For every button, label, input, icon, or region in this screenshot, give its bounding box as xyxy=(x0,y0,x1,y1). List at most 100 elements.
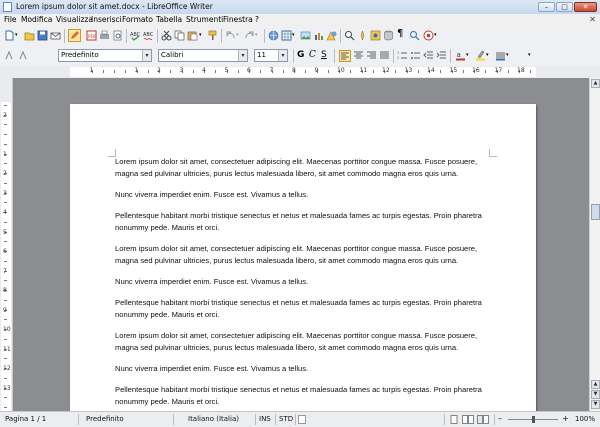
nonprinting-characters-icon[interactable]: ¶ xyxy=(397,28,408,39)
zoom-out-icon[interactable]: – xyxy=(498,414,502,423)
paragraph[interactable]: Nunc viverra imperdiet enim. Fusce est. … xyxy=(115,189,490,201)
document-page[interactable]: Lorem ipsum dolor sit amet, consectetuer… xyxy=(70,104,536,411)
chevron-down-icon[interactable]: ▾ xyxy=(278,50,287,61)
vertical-scrollbar[interactable]: ▲ ▲ ▼ ▼ xyxy=(589,78,600,411)
align-left-icon[interactable] xyxy=(339,50,351,62)
underline-icon[interactable]: S xyxy=(321,50,332,61)
clone-format-icon[interactable] xyxy=(207,30,218,41)
font-size-select[interactable]: 11 ▾ xyxy=(254,49,288,62)
close-document-icon[interactable]: ✕ xyxy=(589,15,596,24)
edit-mode-icon[interactable] xyxy=(68,29,81,42)
font-name-select[interactable]: Calibri ▾ xyxy=(158,49,248,62)
paragraph-style-select[interactable]: Predefinito ▾ xyxy=(58,49,152,62)
menu-tabella[interactable]: Tabella xyxy=(156,15,182,24)
chevron-down-icon[interactable]: ▾ xyxy=(238,50,247,61)
vertical-ruler[interactable]: 2 1 2 3 4 5 6 7 8 9 10 11 12 13 xyxy=(0,78,13,411)
table-dropdown-icon[interactable]: ▾ xyxy=(292,32,298,43)
italic-icon[interactable]: C xyxy=(309,50,320,61)
scroll-up-icon[interactable]: ▲ xyxy=(591,79,600,88)
menu-file[interactable]: File xyxy=(4,15,17,24)
menu-inserisci[interactable]: Inserisci xyxy=(91,15,122,24)
save-icon[interactable] xyxy=(37,30,48,41)
copy-icon[interactable] xyxy=(174,30,185,41)
toolbar-options-icon[interactable]: ▾ xyxy=(528,52,534,63)
autospell-icon[interactable]: ABC xyxy=(143,30,154,41)
paragraph[interactable]: Nunc viverra imperdiet enim. Fusce est. … xyxy=(115,276,490,288)
email-icon[interactable] xyxy=(50,30,61,41)
redo-icon[interactable] xyxy=(244,30,255,41)
font-color-icon[interactable]: a xyxy=(455,50,466,61)
minimize-button[interactable]: – xyxy=(538,2,555,12)
paste-icon[interactable] xyxy=(187,30,198,41)
align-right-icon[interactable] xyxy=(366,50,377,61)
gallery-icon[interactable] xyxy=(370,30,381,41)
paragraph[interactable]: Pellentesque habitant morbi tristique se… xyxy=(115,384,490,408)
find-replace-icon[interactable] xyxy=(344,30,355,41)
highlight-dropdown-icon[interactable]: ▾ xyxy=(486,52,492,63)
page-up-icon[interactable]: ▲ xyxy=(591,380,600,389)
zoom-level[interactable]: 100% xyxy=(575,415,595,423)
document-body[interactable]: Lorem ipsum dolor sit amet, consectetuer… xyxy=(115,156,490,411)
background-color-icon[interactable] xyxy=(495,50,506,61)
background-color-dropdown-icon[interactable]: ▾ xyxy=(506,52,512,63)
cut-icon[interactable] xyxy=(161,30,172,41)
highlight-icon[interactable] xyxy=(475,50,486,61)
justify-icon[interactable] xyxy=(379,50,390,61)
paragraph[interactable]: Lorem ipsum dolor sit amet, consectetuer… xyxy=(115,330,490,354)
paste-dropdown-icon[interactable]: ▾ xyxy=(199,32,205,43)
multi-page-view-icon[interactable] xyxy=(462,415,474,424)
paragraph[interactable]: Pellentesque habitant morbi tristique se… xyxy=(115,297,490,321)
chevron-down-icon[interactable]: ▾ xyxy=(142,50,151,61)
page-indicator[interactable]: Pagina 1 / 1 xyxy=(5,415,46,423)
zoom-slider-thumb[interactable] xyxy=(532,416,535,423)
new-dropdown-icon[interactable]: ▾ xyxy=(15,32,21,43)
export-pdf-icon[interactable]: PDF xyxy=(86,30,97,41)
apply-style-icon[interactable] xyxy=(18,50,29,61)
increase-indent-icon[interactable] xyxy=(436,50,447,61)
table-icon[interactable] xyxy=(281,30,292,41)
open-icon[interactable] xyxy=(24,30,35,41)
menu-visualizza[interactable]: Visualizza xyxy=(56,15,93,24)
data-sources-icon[interactable] xyxy=(383,30,394,41)
print-preview-icon[interactable] xyxy=(112,30,123,41)
image-icon[interactable] xyxy=(300,30,311,41)
spellcheck-icon[interactable]: ABC xyxy=(130,30,141,41)
zoom-icon[interactable] xyxy=(409,30,420,41)
align-center-icon[interactable] xyxy=(353,50,364,61)
bullets-icon[interactable] xyxy=(410,50,421,61)
scroll-down-icon[interactable]: ▼ xyxy=(591,400,600,409)
zoom-in-icon[interactable]: + xyxy=(562,414,569,423)
paragraph[interactable]: Lorem ipsum dolor sit amet, consectetuer… xyxy=(115,243,490,267)
page-style-indicator[interactable]: Predefinito xyxy=(86,415,124,423)
help-icon[interactable] xyxy=(423,30,434,41)
numbering-icon[interactable]: 12 xyxy=(397,50,408,61)
styles-formatting-icon[interactable] xyxy=(4,50,15,61)
menu-formato[interactable]: Formato xyxy=(122,15,153,24)
single-page-view-icon[interactable] xyxy=(449,415,459,424)
print-icon[interactable] xyxy=(99,30,110,41)
menu-strumenti[interactable]: Strumenti xyxy=(186,15,223,24)
selection-mode-indicator[interactable]: STD xyxy=(279,415,293,423)
maximize-button[interactable]: □ xyxy=(556,2,573,12)
menu-help[interactable]: ? xyxy=(255,15,259,24)
undo-icon[interactable] xyxy=(225,30,236,41)
menu-finestra[interactable]: Finestra xyxy=(223,15,253,24)
scrollbar-thumb[interactable] xyxy=(591,204,600,220)
new-document-icon[interactable] xyxy=(4,30,15,41)
chart-icon[interactable] xyxy=(313,30,324,41)
page-down-icon[interactable]: ▼ xyxy=(591,390,600,399)
book-view-icon[interactable] xyxy=(477,415,489,424)
menu-modifica[interactable]: Modifica xyxy=(21,15,52,24)
show-draw-functions-icon[interactable] xyxy=(326,30,337,41)
language-indicator[interactable]: Italiano (Italia) xyxy=(188,415,239,423)
insert-mode-indicator[interactable]: INS xyxy=(259,415,271,423)
close-button[interactable]: ✕ xyxy=(574,2,597,12)
redo-dropdown-icon[interactable]: ▾ xyxy=(255,32,261,43)
hyperlink-icon[interactable] xyxy=(268,30,279,41)
document-canvas[interactable]: Lorem ipsum dolor sit amet, consectetuer… xyxy=(13,78,589,411)
paragraph[interactable]: Lorem ipsum dolor sit amet, consectetuer… xyxy=(115,156,490,180)
decrease-indent-icon[interactable] xyxy=(423,50,434,61)
font-color-dropdown-icon[interactable]: ▾ xyxy=(466,52,472,63)
paragraph[interactable]: Nunc viverra imperdiet enim. Fusce est. … xyxy=(115,363,490,375)
navigator-icon[interactable] xyxy=(357,30,368,41)
